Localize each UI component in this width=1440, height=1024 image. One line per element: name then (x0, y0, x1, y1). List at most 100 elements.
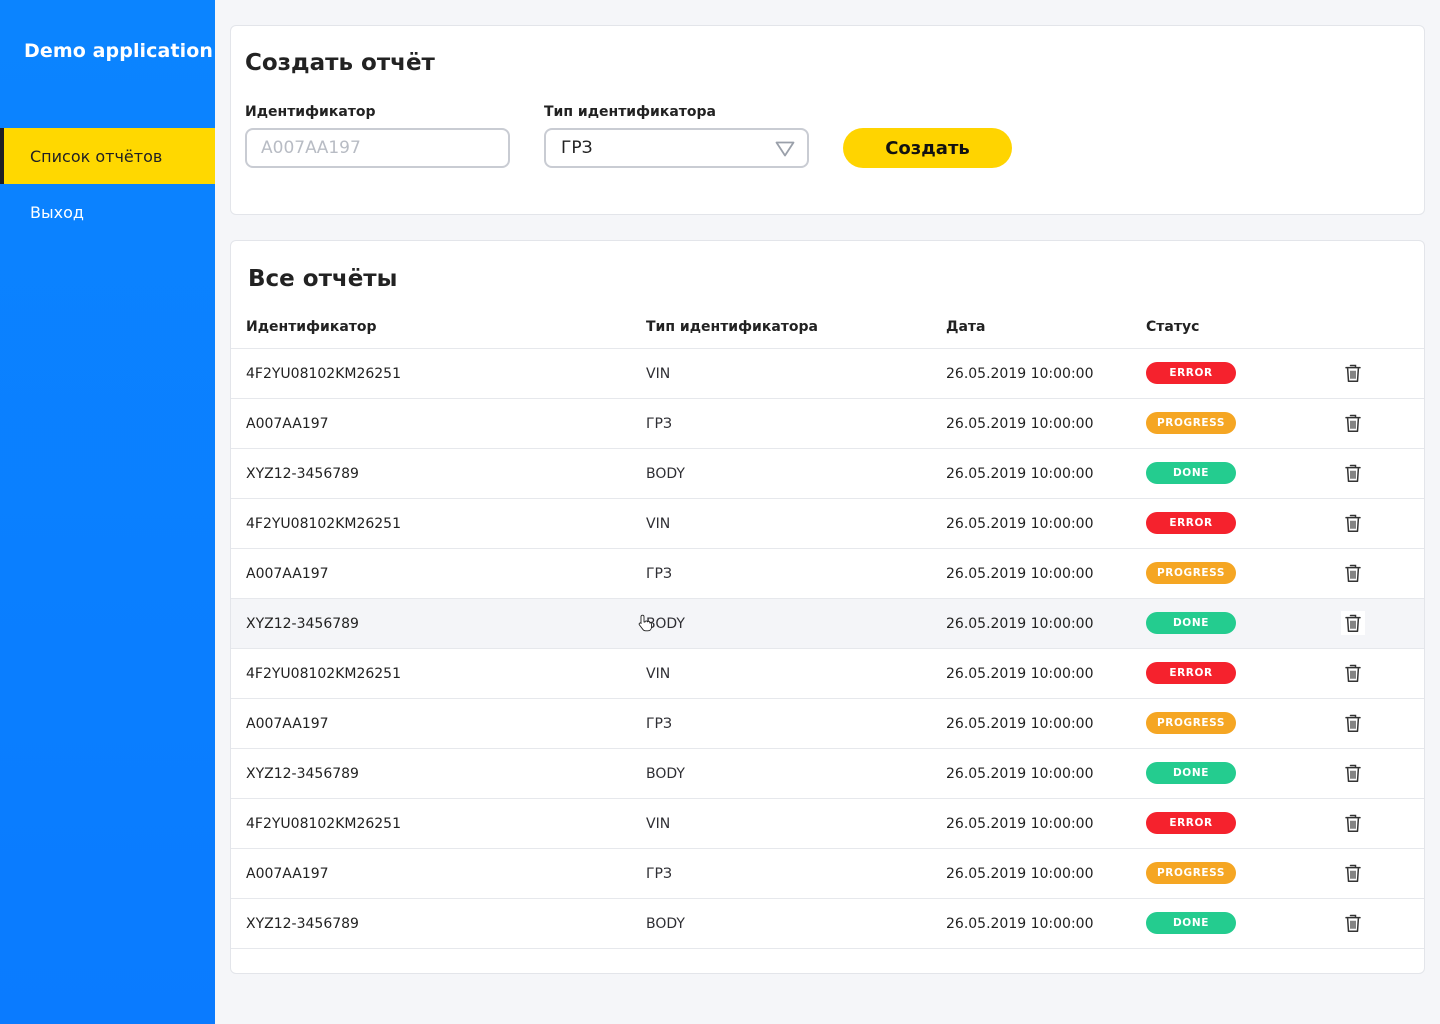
cell-identifier-type: ГРЗ (646, 415, 672, 432)
table-row[interactable]: 4F2YU08102KM26251 VIN 26.05.2019 10:00:00 E… (231, 498, 1424, 548)
identifier-type-label: Тип идентификатора (544, 104, 716, 120)
delete-report-button[interactable] (1341, 561, 1365, 585)
create-button[interactable]: Создать (843, 128, 1012, 168)
cell-date: 26.05.2019 10:00:00 (946, 915, 1094, 932)
hand-pointer-icon (638, 614, 652, 632)
status-badge: ERROR (1146, 812, 1236, 834)
cell-date: 26.05.2019 10:00:00 (946, 465, 1094, 482)
identifier-type-select[interactable]: ГРЗ (544, 128, 809, 168)
cell-date: 26.05.2019 10:00:00 (946, 865, 1094, 882)
cell-identifier: XYZ12-3456789 (246, 465, 359, 482)
cell-identifier: XYZ12-3456789 (246, 615, 359, 632)
column-header-date: Дата (946, 319, 986, 335)
table-row[interactable]: XYZ12-3456789 BODY 26.05.2019 10:00:00 DONE (231, 448, 1424, 498)
trash-icon (1345, 814, 1361, 832)
cell-identifier: A007AA197 (246, 715, 329, 732)
cell-identifier: 4F2YU08102KM26251 (246, 665, 401, 682)
cell-identifier: 4F2YU08102KM26251 (246, 815, 401, 832)
table-row[interactable]: XYZ12-3456789 BODY 26.05.2019 10:00:00 DONE (231, 598, 1424, 648)
trash-icon (1345, 864, 1361, 882)
delete-report-button[interactable] (1341, 861, 1365, 885)
trash-icon (1345, 714, 1361, 732)
cell-date: 26.05.2019 10:00:00 (946, 565, 1094, 582)
cell-date: 26.05.2019 10:00:00 (946, 665, 1094, 682)
app-title: Demo application (24, 40, 214, 62)
status-badge: DONE (1146, 762, 1236, 784)
cell-identifier-type: VIN (646, 365, 671, 382)
delete-report-button[interactable] (1341, 811, 1365, 835)
cell-identifier: 4F2YU08102KM26251 (246, 515, 401, 532)
cell-identifier-type: ГРЗ (646, 565, 672, 582)
identifier-label: Идентификатор (245, 104, 376, 120)
status-badge: DONE (1146, 462, 1236, 484)
sidebar-item-reports[interactable]: Список отчётов (0, 128, 215, 184)
delete-report-button[interactable] (1341, 761, 1365, 785)
cell-date: 26.05.2019 10:00:00 (946, 615, 1094, 632)
status-badge: PROGRESS (1146, 562, 1236, 584)
table-row[interactable]: 4F2YU08102KM26251 VIN 26.05.2019 10:00:00 E… (231, 348, 1424, 398)
trash-icon (1345, 364, 1361, 382)
trash-icon (1345, 914, 1361, 932)
identifier-type-value: ГРЗ (561, 138, 593, 158)
cell-date: 26.05.2019 10:00:00 (946, 365, 1094, 382)
delete-report-button[interactable] (1341, 411, 1365, 435)
delete-report-button[interactable] (1341, 611, 1365, 635)
column-header-identifier: Идентификатор (246, 319, 377, 335)
cell-date: 26.05.2019 10:00:00 (946, 715, 1094, 732)
cell-date: 26.05.2019 10:00:00 (946, 765, 1094, 782)
cell-date: 26.05.2019 10:00:00 (946, 515, 1094, 532)
cell-date: 26.05.2019 10:00:00 (946, 415, 1094, 432)
trash-icon (1345, 464, 1361, 482)
sidebar-nav: Список отчётов Выход (0, 128, 215, 240)
table-row[interactable]: XYZ12-3456789 BODY 26.05.2019 10:00:00 DONE (231, 748, 1424, 798)
delete-report-button[interactable] (1341, 361, 1365, 385)
column-header-status: Статус (1146, 319, 1200, 335)
status-badge: PROGRESS (1146, 412, 1236, 434)
trash-icon (1345, 614, 1361, 632)
delete-report-button[interactable] (1341, 661, 1365, 685)
table-row[interactable]: A007AA197 ГРЗ 26.05.2019 10:00:00 PROGRESS (231, 548, 1424, 598)
table-row[interactable]: A007AA197 ГРЗ 26.05.2019 10:00:00 PROGRESS (231, 848, 1424, 898)
delete-report-button[interactable] (1341, 711, 1365, 735)
cell-identifier: A007AA197 (246, 865, 329, 882)
table-row[interactable]: A007AA197 ГРЗ 26.05.2019 10:00:00 PROGRESS (231, 698, 1424, 748)
table-row[interactable]: 4F2YU08102KM26251 VIN 26.05.2019 10:00:00 E… (231, 648, 1424, 698)
cell-identifier: 4F2YU08102KM26251 (246, 365, 401, 382)
trash-icon (1345, 564, 1361, 582)
trash-icon (1345, 764, 1361, 782)
cell-date: 26.05.2019 10:00:00 (946, 815, 1094, 832)
status-badge: ERROR (1146, 662, 1236, 684)
table-bottom-divider (231, 948, 1424, 949)
cell-identifier-type: VIN (646, 515, 671, 532)
status-badge: ERROR (1146, 362, 1236, 384)
cell-identifier-type: VIN (646, 665, 671, 682)
cell-identifier-type: BODY (646, 765, 685, 782)
identifier-input[interactable] (245, 128, 510, 168)
status-badge: PROGRESS (1146, 862, 1236, 884)
table-row[interactable]: XYZ12-3456789 BODY 26.05.2019 10:00:00 DONE (231, 898, 1424, 948)
sidebar: Demo application Список отчётов Выход (0, 0, 215, 1024)
cell-identifier: XYZ12-3456789 (246, 765, 359, 782)
cell-identifier-type: ГРЗ (646, 715, 672, 732)
cell-identifier: A007AA197 (246, 565, 329, 582)
cell-identifier-type: ГРЗ (646, 865, 672, 882)
create-report-title: Создать отчёт (245, 50, 435, 76)
delete-report-button[interactable] (1341, 911, 1365, 935)
cell-identifier-type: VIN (646, 815, 671, 832)
status-badge: ERROR (1146, 512, 1236, 534)
column-header-type: Тип идентификатора (646, 319, 818, 335)
status-badge: DONE (1146, 612, 1236, 634)
cell-identifier: XYZ12-3456789 (246, 915, 359, 932)
table-row[interactable]: A007AA197 ГРЗ 26.05.2019 10:00:00 PROGRESS (231, 398, 1424, 448)
sidebar-item-logout[interactable]: Выход (0, 184, 215, 240)
cell-identifier-type: BODY (646, 915, 685, 932)
trash-icon (1345, 514, 1361, 532)
delete-report-button[interactable] (1341, 511, 1365, 535)
create-report-card: Создать отчёт Идентификатор Тип идентифи… (230, 25, 1425, 215)
cell-identifier: A007AA197 (246, 415, 329, 432)
delete-report-button[interactable] (1341, 461, 1365, 485)
trash-icon (1345, 414, 1361, 432)
status-badge: PROGRESS (1146, 712, 1236, 734)
trash-icon (1345, 664, 1361, 682)
table-row[interactable]: 4F2YU08102KM26251 VIN 26.05.2019 10:00:00 E… (231, 798, 1424, 848)
